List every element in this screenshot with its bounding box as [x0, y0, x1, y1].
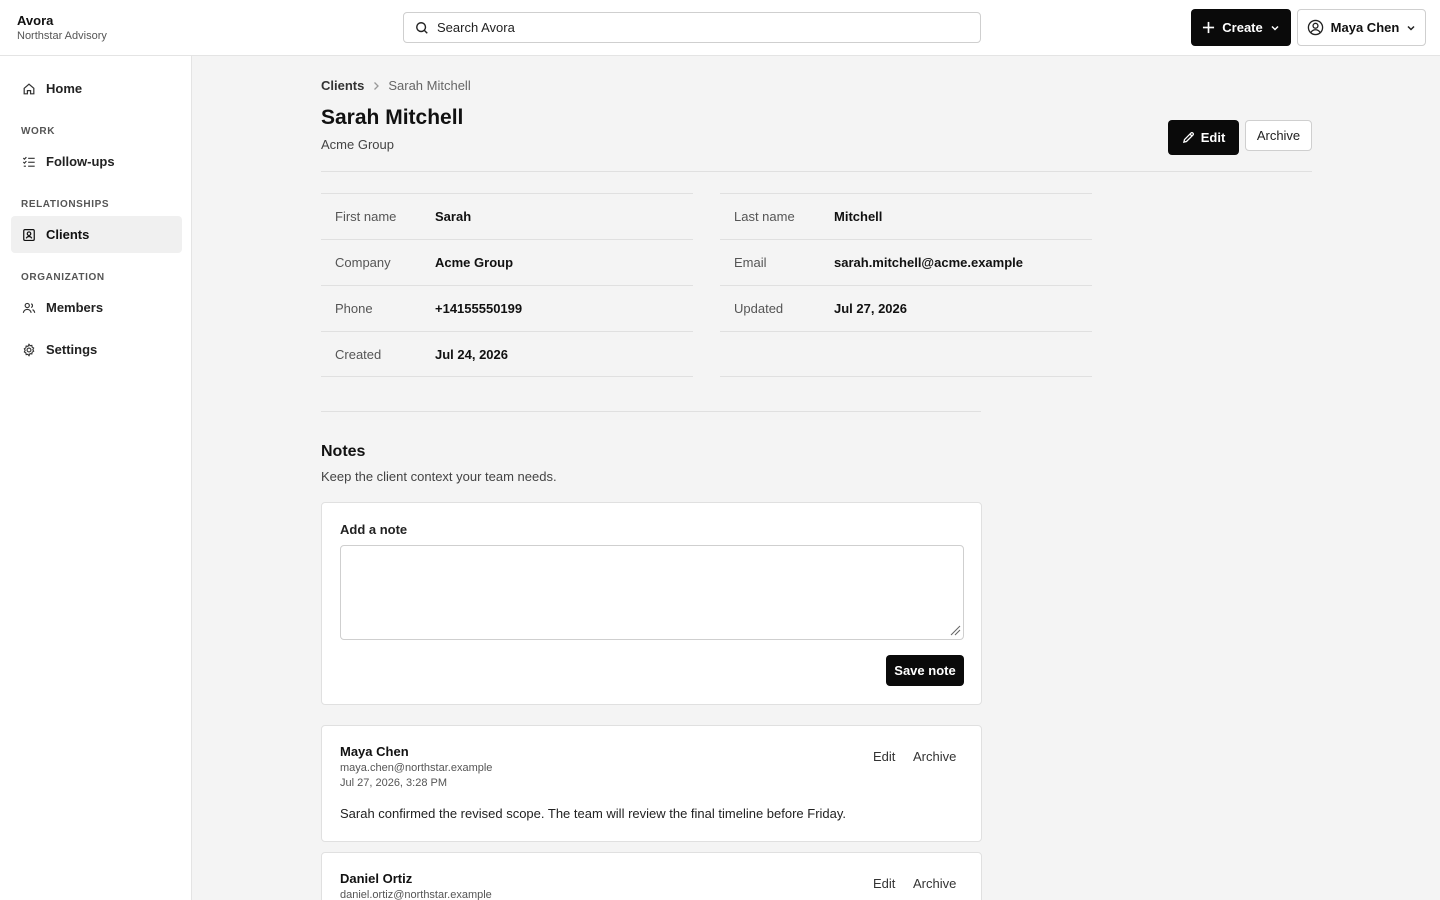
sidebar: Home WORK Follow-ups RELATIONSHIPS Clien… — [0, 56, 192, 900]
home-icon — [23, 82, 35, 94]
edit-client-button[interactable]: Edit — [1168, 120, 1239, 155]
note-edit-button[interactable]: Edit — [873, 749, 895, 764]
sidebar-section-organization: ORGANIZATION — [21, 272, 105, 283]
gear-icon — [23, 342, 35, 357]
note-item: Maya Chen maya.chen@northstar.example Ju… — [321, 725, 982, 842]
field-label: First name — [335, 209, 397, 224]
app-name: Avora — [17, 13, 54, 28]
field-value: Jul 27, 2026 — [834, 301, 907, 316]
sidebar-item-label: Home — [46, 81, 83, 96]
note-author: Daniel Ortiz — [340, 871, 413, 886]
sidebar-item-settings[interactable]: Settings — [11, 331, 182, 368]
sidebar-item-follow-ups[interactable]: Follow-ups — [11, 143, 182, 180]
chevron-right-icon — [374, 81, 380, 90]
edit-label: Edit — [1200, 130, 1226, 145]
user-name: Maya Chen — [1330, 20, 1400, 35]
create-label: Create — [1222, 20, 1263, 35]
breadcrumb: Clients Sarah Mitchell — [321, 78, 471, 93]
users-icon — [22, 302, 36, 313]
sidebar-item-label: Clients — [46, 227, 90, 242]
field-value: Mitchell — [834, 209, 883, 224]
field-column-right: Last name Mitchell Email sarah.mitchell@… — [720, 193, 1092, 377]
sidebar-item-label: Follow-ups — [46, 154, 115, 169]
field-value: Sarah — [435, 209, 472, 224]
save-note-button[interactable]: Save note — [886, 655, 964, 686]
chevron-down-icon — [1271, 25, 1279, 31]
sidebar-item-home[interactable]: Home — [11, 70, 182, 107]
user-menu-button[interactable]: Maya Chen — [1297, 9, 1426, 46]
page-title: Sarah Mitchell — [321, 106, 464, 129]
divider — [321, 411, 981, 412]
add-note-card: Add a note Save note — [321, 502, 982, 705]
main-content: Clients Sarah Mitchell Sarah Mitchell Ac… — [193, 56, 1440, 900]
create-button[interactable]: Create — [1191, 9, 1291, 46]
sidebar-section-work: WORK — [21, 126, 56, 137]
field-email: Email sarah.mitchell@acme.example — [720, 239, 1092, 285]
search-icon — [416, 21, 428, 34]
resize-handle-icon[interactable] — [949, 624, 961, 636]
field-value: Acme Group — [435, 255, 514, 270]
divider — [321, 171, 1312, 172]
user-circle-icon — [1307, 19, 1323, 36]
field-column-left: First name Sarah Company Acme Group Phon… — [321, 193, 693, 377]
note-edit-button[interactable]: Edit — [873, 876, 895, 891]
note-body: Sarah confirmed the revised scope. The t… — [340, 806, 847, 821]
sidebar-item-label: Members — [46, 300, 104, 315]
note-item: Daniel Ortiz daniel.ortiz@northstar.exam… — [321, 852, 982, 900]
field-label: Last name — [734, 209, 795, 224]
archive-client-button[interactable]: Archive — [1245, 120, 1312, 151]
sidebar-item-clients[interactable]: Clients — [11, 216, 182, 253]
field-label: Phone — [335, 301, 373, 316]
note-textarea[interactable] — [340, 545, 964, 640]
note-archive-button[interactable]: Archive — [913, 749, 956, 764]
field-value: Jul 24, 2026 — [435, 346, 508, 362]
breadcrumb-current: Sarah Mitchell — [388, 78, 471, 93]
checklist-icon — [22, 156, 35, 167]
field-created: Created Jul 24, 2026 — [321, 331, 693, 377]
sidebar-section-relationships: RELATIONSHIPS — [21, 199, 110, 210]
field-label: Email — [734, 255, 767, 270]
field-label: Created — [335, 346, 382, 362]
breadcrumb-clients-link[interactable]: Clients — [321, 78, 364, 93]
note-author: Maya Chen — [340, 744, 409, 759]
chevron-down-icon — [1407, 25, 1415, 31]
pencil-icon — [1182, 131, 1194, 144]
search-input[interactable] — [437, 20, 957, 35]
add-note-label: Add a note — [340, 522, 408, 537]
note-author-email: daniel.ortiz@northstar.example — [340, 889, 492, 900]
notes-subtitle: Keep the client context your team needs. — [321, 469, 557, 484]
field-empty — [720, 331, 1092, 377]
plus-icon — [1203, 21, 1215, 34]
field-first-name: First name Sarah — [321, 193, 693, 239]
field-last-name: Last name Mitchell — [720, 193, 1092, 239]
notes-title: Notes — [321, 443, 366, 460]
field-label: Company — [335, 255, 391, 270]
org-name: Northstar Advisory — [17, 30, 107, 42]
field-value: +14155550199 — [435, 301, 523, 316]
field-company: Company Acme Group — [321, 239, 693, 285]
brand: Avora Northstar Advisory — [17, 13, 107, 44]
sidebar-item-members[interactable]: Members — [11, 289, 182, 326]
search-box[interactable] — [403, 12, 981, 43]
client-company: Acme Group — [321, 137, 394, 152]
field-value: sarah.mitchell@acme.example — [834, 255, 1023, 270]
note-archive-button[interactable]: Archive — [913, 876, 956, 891]
field-label: Updated — [734, 301, 784, 316]
note-timestamp: Jul 27, 2026, 3:28 PM — [340, 777, 448, 789]
field-phone: Phone +14155550199 — [321, 285, 693, 331]
note-author-email: maya.chen@northstar.example — [340, 762, 493, 774]
sidebar-item-label: Settings — [46, 342, 98, 357]
top-bar: Avora Northstar Advisory Create Maya Che… — [0, 0, 1440, 56]
contact-card-icon — [23, 228, 35, 241]
field-updated: Updated Jul 27, 2026 — [720, 285, 1092, 331]
